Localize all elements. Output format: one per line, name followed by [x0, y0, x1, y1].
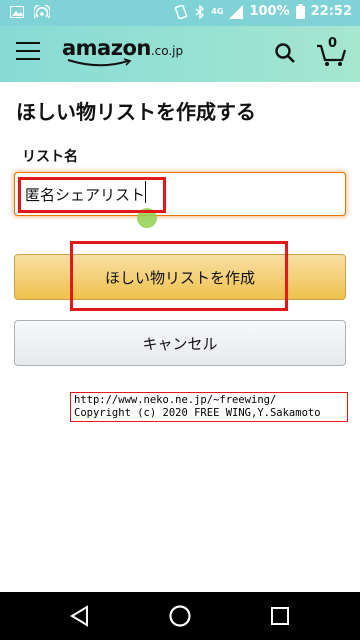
amazon-logo[interactable]: amazon.co.jp	[62, 36, 183, 72]
recents-icon[interactable]	[268, 604, 292, 628]
logo-text: amazon	[62, 36, 151, 60]
back-icon[interactable]	[68, 604, 92, 628]
bluetooth-icon	[195, 4, 205, 19]
watermark-url: http://www.neko.ne.jp/~freewing/	[74, 394, 277, 406]
navigation-bar	[0, 592, 360, 640]
signal-icon	[229, 4, 244, 19]
battery-icon	[295, 4, 305, 19]
battery-percent: 100%	[249, 4, 290, 19]
cart-icon[interactable]: 0	[316, 36, 348, 68]
cancel-button[interactable]: キャンセル	[14, 320, 346, 366]
network-type-label: 4G	[211, 7, 224, 16]
home-icon[interactable]	[168, 604, 192, 628]
menu-icon[interactable]	[16, 42, 40, 64]
smile-icon	[67, 58, 132, 67]
create-button-highlight-box	[70, 241, 288, 311]
clock: 22:52	[310, 4, 352, 19]
image-icon	[10, 6, 24, 18]
status-bar: 4G 100% 22:52	[0, 0, 360, 26]
copyright-watermark: http://www.neko.ne.jp/~freewing/Copyrigh…	[70, 392, 348, 422]
vibrate-icon	[173, 4, 189, 19]
search-icon[interactable]	[274, 42, 296, 64]
cart-count: 0	[328, 36, 338, 51]
input-highlight-box	[18, 177, 166, 213]
hotspot-icon	[34, 5, 50, 19]
list-name-label: リスト名	[22, 149, 78, 165]
app-header: amazon.co.jp 0	[0, 26, 360, 82]
watermark-copyright: Copyright (c) 2020 FREE WING,Y.Sakamoto	[74, 407, 321, 419]
logo-suffix: .co.jp	[150, 44, 184, 58]
page-title: ほしい物リストを作成する	[16, 100, 256, 124]
